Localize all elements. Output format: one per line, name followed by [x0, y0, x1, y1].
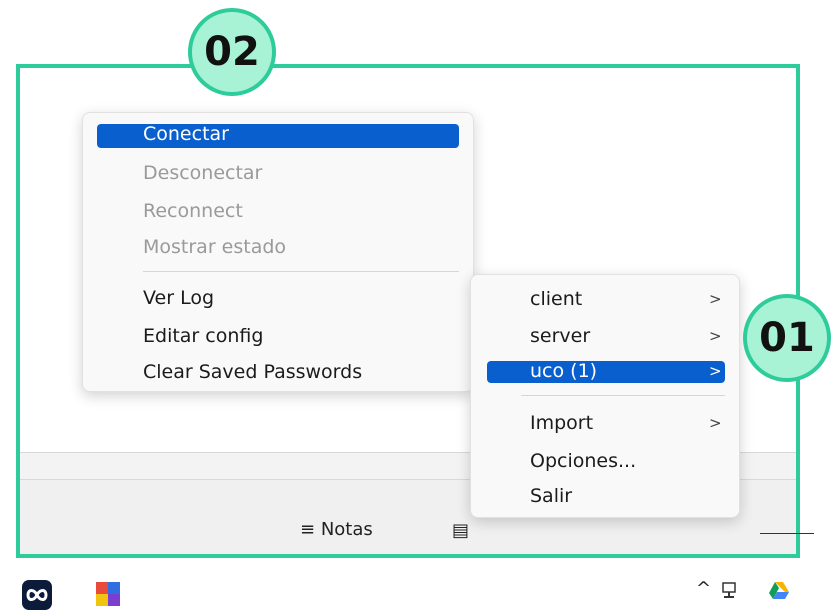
menu-item-highlight — [487, 361, 725, 383]
tray-menu-item-server[interactable]: server — [530, 325, 590, 347]
submenu-arrow-icon: > — [709, 327, 722, 345]
meta-app-icon[interactable] — [22, 580, 52, 610]
menu-separator — [143, 271, 459, 272]
submenu-arrow-icon: > — [709, 414, 722, 432]
tray-menu-item-client[interactable]: client — [530, 288, 582, 310]
step-badge-02: 02 — [188, 8, 276, 96]
tray-menu-item-salir[interactable]: Salir — [530, 485, 572, 507]
google-drive-icon[interactable] — [768, 580, 790, 600]
reading-view-icon[interactable]: ▤ — [452, 520, 469, 541]
menu-item-editar-config[interactable]: Editar config — [143, 325, 263, 347]
tray-menu: client > server > uco (1) > Import > Opc… — [470, 274, 740, 518]
menu-item-desconectar[interactable]: Desconectar — [143, 162, 262, 184]
step-badge-01: 01 — [743, 294, 831, 382]
menu-item-clear-saved-passwords[interactable]: Clear Saved Passwords — [143, 361, 362, 383]
notes-lines-icon: ≡ — [300, 519, 316, 540]
colorful-app-icon[interactable] — [94, 580, 124, 610]
menu-item-conectar[interactable]: Conectar — [143, 123, 229, 145]
menu-item-mostrar-estado[interactable]: Mostrar estado — [143, 236, 286, 258]
menu-separator — [521, 395, 725, 396]
submenu-arrow-icon: > — [709, 362, 722, 380]
menu-item-reconnect[interactable]: Reconnect — [143, 200, 243, 222]
menu-item-ver-log[interactable]: Ver Log — [143, 287, 214, 309]
divider-line — [760, 533, 814, 534]
tray-menu-item-uco[interactable]: uco (1) — [530, 360, 597, 382]
tray-menu-item-opciones[interactable]: Opciones... — [530, 450, 636, 472]
tray-menu-item-import[interactable]: Import — [530, 412, 593, 434]
notes-button[interactable]: ≡ Notas — [300, 519, 373, 540]
submenu-arrow-icon: > — [709, 290, 722, 308]
tray-chevron-icon[interactable]: ^ — [696, 578, 711, 599]
notes-label: Notas — [320, 519, 373, 540]
context-menu-main: Conectar Desconectar Reconnect Mostrar e… — [82, 112, 474, 392]
network-icon[interactable] — [720, 580, 740, 600]
